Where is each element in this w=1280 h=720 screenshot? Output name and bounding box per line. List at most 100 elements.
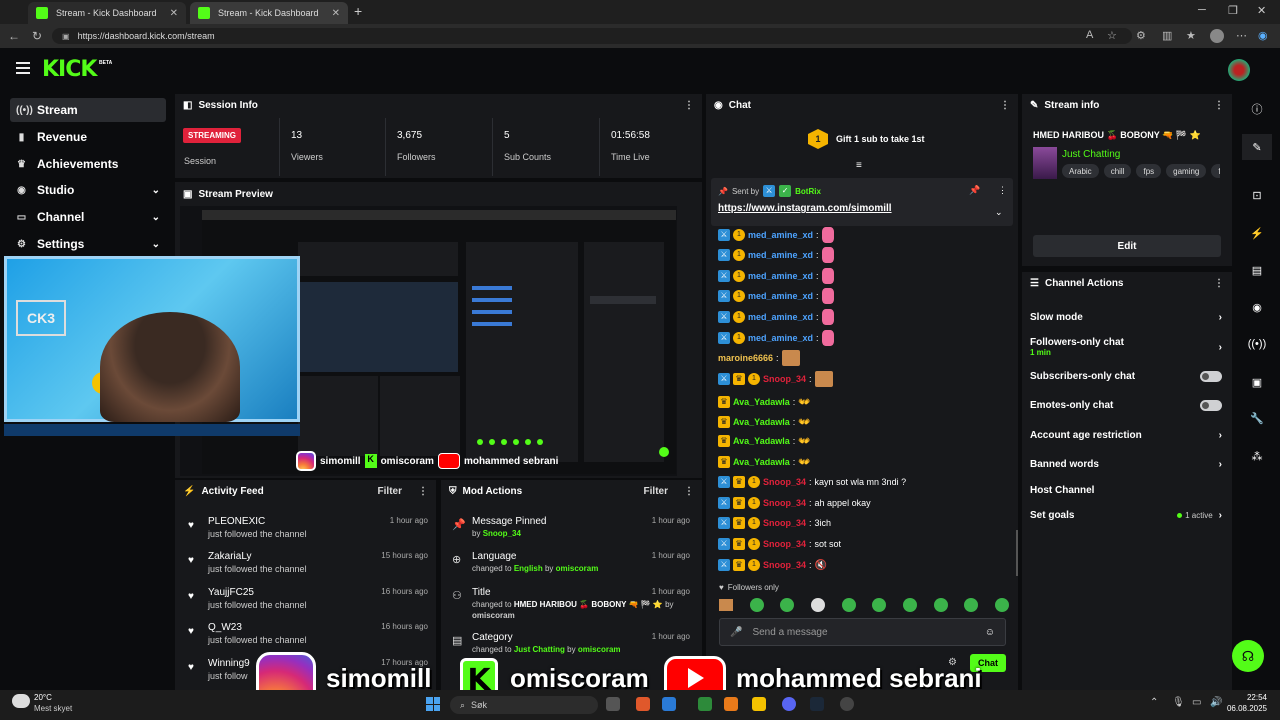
action-slow-mode[interactable]: Slow mode › (1030, 307, 1222, 327)
emote-icon[interactable] (933, 598, 948, 612)
follower-name[interactable]: Winning9 (208, 658, 250, 669)
support-headset-button[interactable]: ☊ (1232, 640, 1264, 672)
chat-message[interactable]: ⚔ ♛ 1 Snoop_34: ah appel okay (718, 494, 871, 512)
pencil-icon[interactable]: ✎ (1247, 137, 1267, 157)
chat-message[interactable]: ⚔ ♛ 1 Snoop_34: 🔇 (718, 556, 827, 574)
file-explorer-icon[interactable] (752, 697, 766, 711)
chat-message[interactable]: ⚔ ♛ 1 Snoop_34: sot sot (718, 535, 841, 553)
action-banned-words[interactable]: Banned words › (1030, 454, 1222, 474)
edit-button[interactable]: Edit (1033, 235, 1221, 257)
chat-username[interactable]: med_amine_xd (748, 333, 813, 343)
chat-username[interactable]: maroine6666 (718, 353, 773, 363)
chat-icon[interactable]: ◉ (1247, 297, 1267, 317)
user-avatar[interactable] (1228, 59, 1250, 81)
chat-message[interactable]: ⚔ 1 med_amine_xd: (718, 287, 834, 305)
action-account-age[interactable]: Account age restriction › (1030, 425, 1222, 445)
microphone-icon[interactable]: 🎙 (1172, 697, 1185, 708)
copilot-icon[interactable]: ◉ (1258, 29, 1268, 42)
more-options-icon[interactable]: ⋮ (418, 486, 428, 497)
emotes-only-toggle[interactable] (1200, 399, 1222, 411)
split-screen-icon[interactable]: ▥ (1162, 29, 1172, 42)
pinned-sender-name[interactable]: BotRix (795, 187, 821, 196)
layout-icon[interactable]: ▣ (1247, 372, 1267, 392)
chat-username[interactable]: med_amine_xd (748, 291, 813, 301)
sidebar-item-revenue[interactable]: ▮ Revenue (10, 125, 166, 149)
browser-tab-1[interactable]: Stream - Kick Dashboard ✕ (28, 2, 186, 24)
emote-icon[interactable] (841, 598, 856, 612)
sidebar-item-channel[interactable]: ▭ Channel ⌄ (10, 205, 166, 229)
emoji-picker-icon[interactable]: ☺ (985, 627, 995, 638)
mod-action-user[interactable]: omiscoram (472, 611, 515, 620)
sidebar-item-stream[interactable]: ((•)) Stream (10, 98, 166, 122)
chat-message[interactable]: ♛ Ava_Yadawla: 👐 (718, 432, 811, 450)
chat-username[interactable]: med_amine_xd (748, 250, 813, 260)
category-name[interactable]: Just Chatting (1062, 149, 1120, 160)
chat-message[interactable]: ⚔ ♛ 1 Snoop_34:3ich (718, 514, 831, 532)
close-tab-icon[interactable]: ✕ (170, 8, 178, 19)
obs-icon[interactable] (840, 697, 854, 711)
chat-message[interactable]: ♛ Ava_Yadawla: 👐 (718, 393, 811, 411)
action-emotes-only[interactable]: Emotes-only chat (1030, 395, 1222, 415)
info-icon[interactable]: ⓘ (1247, 99, 1267, 119)
chat-username[interactable]: Snoop_34 (763, 560, 806, 570)
chat-username[interactable]: Snoop_34 (763, 477, 806, 487)
edge-icon[interactable] (662, 697, 676, 711)
taskbar-search[interactable]: ⌕ Søk (450, 696, 598, 714)
read-aloud-icon[interactable]: A (1086, 29, 1093, 41)
favorite-star-icon[interactable]: ☆ (1107, 29, 1117, 42)
more-options-icon[interactable]: ⋮ (1000, 100, 1010, 111)
kick-logo[interactable]: KICK (42, 57, 97, 82)
chat-message[interactable]: maroine6666: (718, 349, 800, 367)
emote-icon[interactable] (964, 598, 979, 612)
mod-action-value[interactable]: Snoop_34 (483, 529, 521, 538)
chat-message[interactable]: ⚔ 1 med_amine_xd: (718, 329, 834, 347)
follower-name[interactable]: ZakariaLy (208, 551, 252, 562)
chat-username[interactable]: Snoop_34 (763, 498, 806, 508)
follower-name[interactable]: PLEONEXIC (208, 516, 265, 527)
gift-sub-cta[interactable]: 1 Gift 1 sub to take 1st (808, 129, 925, 149)
more-options-icon[interactable]: ⋮ (1214, 278, 1224, 289)
chat-message[interactable]: ⚔ ♛ 1 Snoop_34: kayn sot wla mn 3ndi ? (718, 473, 906, 491)
sidebar-item-achievements[interactable]: ♛ Achievements (10, 152, 166, 176)
emote-icon[interactable] (749, 598, 764, 612)
weather-temp[interactable]: 20°C (34, 693, 52, 702)
chat-scrollbar[interactable] (1016, 530, 1018, 576)
pinned-link[interactable]: https://www.instagram.com/simomill (718, 203, 892, 214)
chevron-down-icon[interactable]: ⌄ (995, 207, 1003, 218)
mod-action-user[interactable]: omiscoram (578, 645, 621, 654)
new-tab-icon[interactable]: + (354, 3, 362, 19)
unpin-icon[interactable]: 📌 (969, 185, 980, 196)
network-icon[interactable]: ▭ (1192, 697, 1201, 708)
close-window-icon[interactable]: ✕ (1257, 4, 1266, 17)
chat-username[interactable]: med_amine_xd (748, 230, 813, 240)
chat-message[interactable]: ♛ Ava_Yadawla: 👐 (718, 413, 811, 431)
apps-icon[interactable]: ⁂ (1247, 446, 1267, 466)
profile-avatar-icon[interactable] (1210, 29, 1224, 43)
menu-dots-icon[interactable]: ⋯ (1236, 29, 1247, 42)
sidebar-item-studio[interactable]: ◉ Studio ⌄ (10, 178, 166, 202)
broadcast-icon[interactable]: ((•)) (1247, 334, 1267, 354)
lightning-icon[interactable]: ⚡ (1247, 223, 1267, 243)
hamburger-menu-icon[interactable] (16, 62, 30, 77)
app-icon[interactable] (724, 697, 738, 711)
back-icon[interactable]: ← (8, 29, 20, 43)
chat-message[interactable]: ⚔ 1 med_amine_xd: (718, 226, 834, 244)
filter-button[interactable]: Filter (378, 486, 402, 497)
chat-username[interactable]: Snoop_34 (763, 374, 806, 384)
more-options-icon[interactable]: ⋮ (684, 100, 694, 111)
more-options-icon[interactable]: ⋮ (1214, 100, 1224, 111)
action-set-goals[interactable]: Set goals 1 active › (1030, 505, 1222, 525)
tray-chevron-icon[interactable]: ⌃ (1150, 697, 1158, 708)
document-icon[interactable]: ▤ (1247, 260, 1267, 280)
chat-username[interactable]: Snoop_34 (763, 539, 806, 549)
camera-icon[interactable]: ⊡ (1247, 185, 1267, 205)
emote-icon[interactable] (872, 598, 887, 612)
clock-time[interactable]: 22:54 (1223, 693, 1267, 702)
maximize-icon[interactable]: ❐ (1228, 4, 1238, 17)
page-info-icon[interactable]: ▣ (62, 32, 70, 41)
pinned-more-icon[interactable]: ⋮ (998, 185, 1007, 196)
emote-icon[interactable] (810, 598, 825, 612)
reload-icon[interactable]: ↻ (32, 29, 42, 43)
emote-icon[interactable] (994, 598, 1009, 612)
minimize-icon[interactable]: ─ (1198, 4, 1206, 16)
